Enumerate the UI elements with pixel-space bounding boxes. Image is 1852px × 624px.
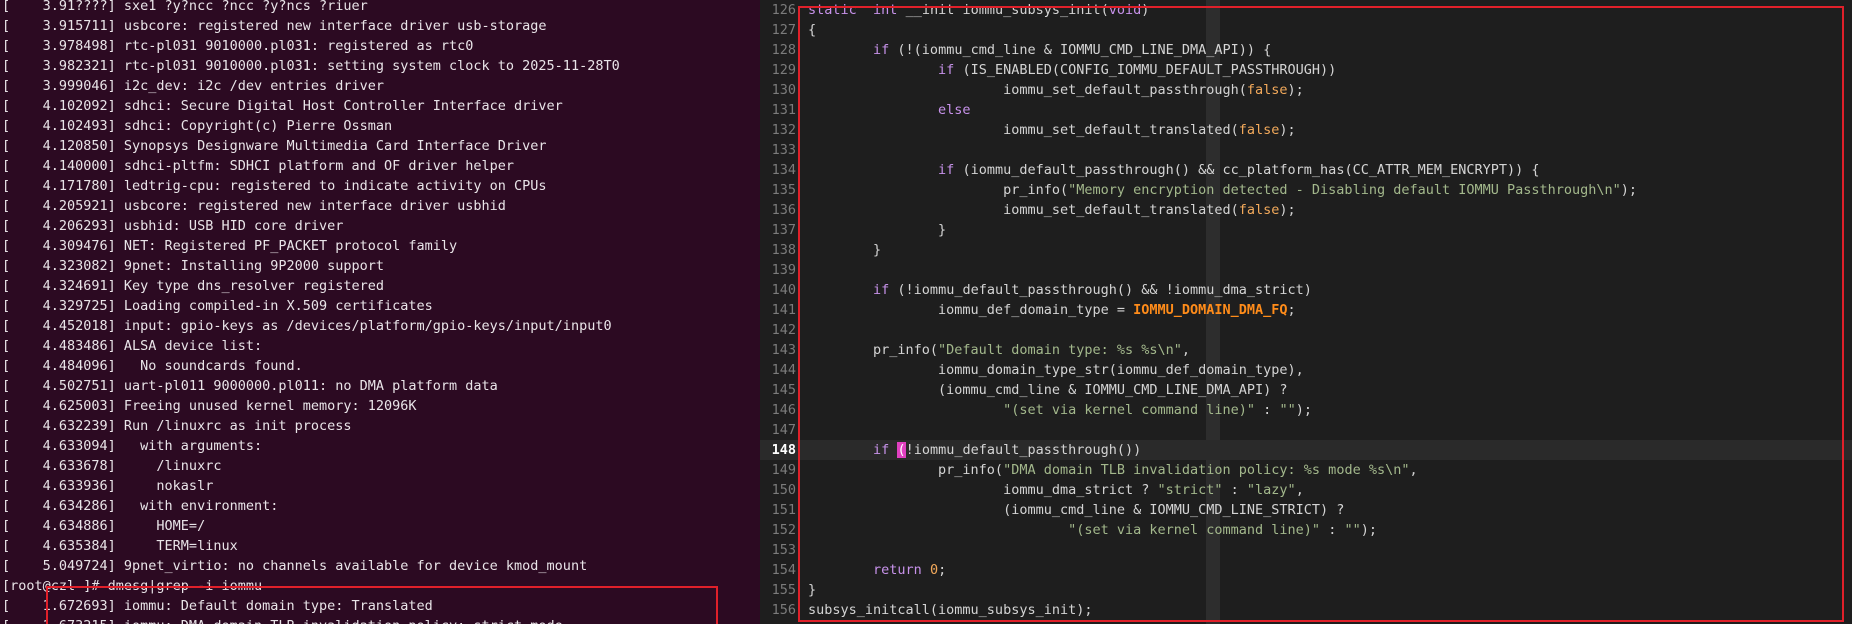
terminal-pane[interactable]: [ 3.91????] sxe1 ?y?ncc ?ncc ?y?ncs ?riu… bbox=[0, 0, 760, 624]
line-number: 143 bbox=[771, 342, 796, 358]
terminal-line: [ 4.625003] Freeing unused kernel memory… bbox=[2, 398, 417, 414]
terminal-highlight-box bbox=[46, 586, 718, 624]
line-number: 151 bbox=[771, 502, 796, 518]
line-number: 126 bbox=[771, 2, 796, 18]
editor-highlight-box bbox=[798, 6, 1844, 622]
line-number: 140 bbox=[771, 282, 796, 298]
terminal-line: [ 4.632239] Run /linuxrc as init process bbox=[2, 418, 352, 434]
line-number: 139 bbox=[771, 262, 796, 278]
terminal-output: [ 3.91????] sxe1 ?y?ncc ?ncc ?y?ncs ?riu… bbox=[0, 0, 620, 624]
line-number: 135 bbox=[771, 182, 796, 198]
terminal-line: [ 4.483486] ALSA device list: bbox=[2, 338, 263, 354]
terminal-line: [ 3.91????] sxe1 ?y?ncc ?ncc ?y?ncs ?riu… bbox=[2, 0, 368, 14]
line-number: 138 bbox=[771, 242, 796, 258]
terminal-line: [ 4.206293] usbhid: USB HID core driver bbox=[2, 218, 344, 234]
terminal-line: [ 4.102493] sdhci: Copyright(c) Pierre O… bbox=[2, 118, 393, 134]
line-number: 145 bbox=[771, 382, 796, 398]
terminal-line: [ 4.102092] sdhci: Secure Digital Host C… bbox=[2, 98, 563, 114]
line-number: 141 bbox=[771, 302, 796, 318]
line-number: 148 bbox=[771, 442, 796, 458]
terminal-line: [ 4.452018] input: gpio-keys as /devices… bbox=[2, 318, 612, 334]
line-number: 149 bbox=[771, 462, 796, 478]
terminal-line: [ 4.120850] Synopsys Designware Multimed… bbox=[2, 138, 547, 154]
line-number: 146 bbox=[771, 402, 796, 418]
line-number: 129 bbox=[771, 62, 796, 78]
line-number: 130 bbox=[771, 82, 796, 98]
terminal-line: [ 4.140000] sdhci-pltfm: SDHCI platform … bbox=[2, 158, 515, 174]
screen: [ 3.91????] sxe1 ?y?ncc ?ncc ?y?ncs ?riu… bbox=[0, 0, 1852, 624]
terminal-line: [ 4.324691] Key type dns_resolver regist… bbox=[2, 278, 385, 294]
terminal-line: [ 3.999046] i2c_dev: i2c /dev entries dr… bbox=[2, 78, 385, 94]
line-number: 152 bbox=[771, 522, 796, 538]
line-number: 142 bbox=[771, 322, 796, 338]
terminal-line: [ 4.309476] NET: Registered PF_PACKET pr… bbox=[2, 238, 458, 254]
terminal-line: [ 4.635384] TERM=linux bbox=[2, 538, 238, 554]
line-number: 155 bbox=[771, 582, 796, 598]
line-number: 132 bbox=[771, 122, 796, 138]
terminal-line: [ 4.634886] HOME=/ bbox=[2, 518, 206, 534]
code-editor-pane[interactable]: 126 static int __init iommu_subsys_init(v… bbox=[760, 0, 1852, 624]
line-number: 131 bbox=[771, 102, 796, 118]
line-number: 133 bbox=[771, 142, 796, 158]
terminal-line: [ 5.049724] 9pnet_virtio: no channels av… bbox=[2, 558, 588, 574]
terminal-line: [ 3.915711] usbcore: registered new inte… bbox=[2, 18, 547, 34]
line-number: 156 bbox=[771, 602, 796, 618]
terminal-line: [ 4.633094] with arguments: bbox=[2, 438, 263, 454]
line-number: 154 bbox=[771, 562, 796, 578]
terminal-line: [ 4.502751] uart-pl011 9000000.pl011: no… bbox=[2, 378, 498, 394]
terminal-line: [ 4.323082] 9pnet: Installing 9P2000 sup… bbox=[2, 258, 385, 274]
terminal-line: [ 4.329725] Loading compiled-in X.509 ce… bbox=[2, 298, 433, 314]
line-number: 136 bbox=[771, 202, 796, 218]
line-number: 153 bbox=[771, 542, 796, 558]
terminal-line: [ 3.978498] rtc-pl031 9010000.pl031: reg… bbox=[2, 38, 474, 54]
terminal-line: [ 4.484096] No soundcards found. bbox=[2, 358, 303, 374]
terminal-line: [ 4.633678] /linuxrc bbox=[2, 458, 222, 474]
line-number: 128 bbox=[771, 42, 796, 58]
terminal-line: [ 4.205921] usbcore: registered new inte… bbox=[2, 198, 506, 214]
line-number: 127 bbox=[771, 22, 796, 38]
line-number: 144 bbox=[771, 362, 796, 378]
terminal-line: [ 4.171780] ledtrig-cpu: registered to i… bbox=[2, 178, 547, 194]
line-number: 137 bbox=[771, 222, 796, 238]
line-number: 134 bbox=[771, 162, 796, 178]
terminal-line: [ 3.982321] rtc-pl031 9010000.pl031: set… bbox=[2, 58, 620, 74]
terminal-line: [ 4.634286] with environment: bbox=[2, 498, 279, 514]
line-number: 150 bbox=[771, 482, 796, 498]
terminal-line: [ 4.633936] nokaslr bbox=[2, 478, 214, 494]
line-number: 147 bbox=[771, 422, 796, 438]
